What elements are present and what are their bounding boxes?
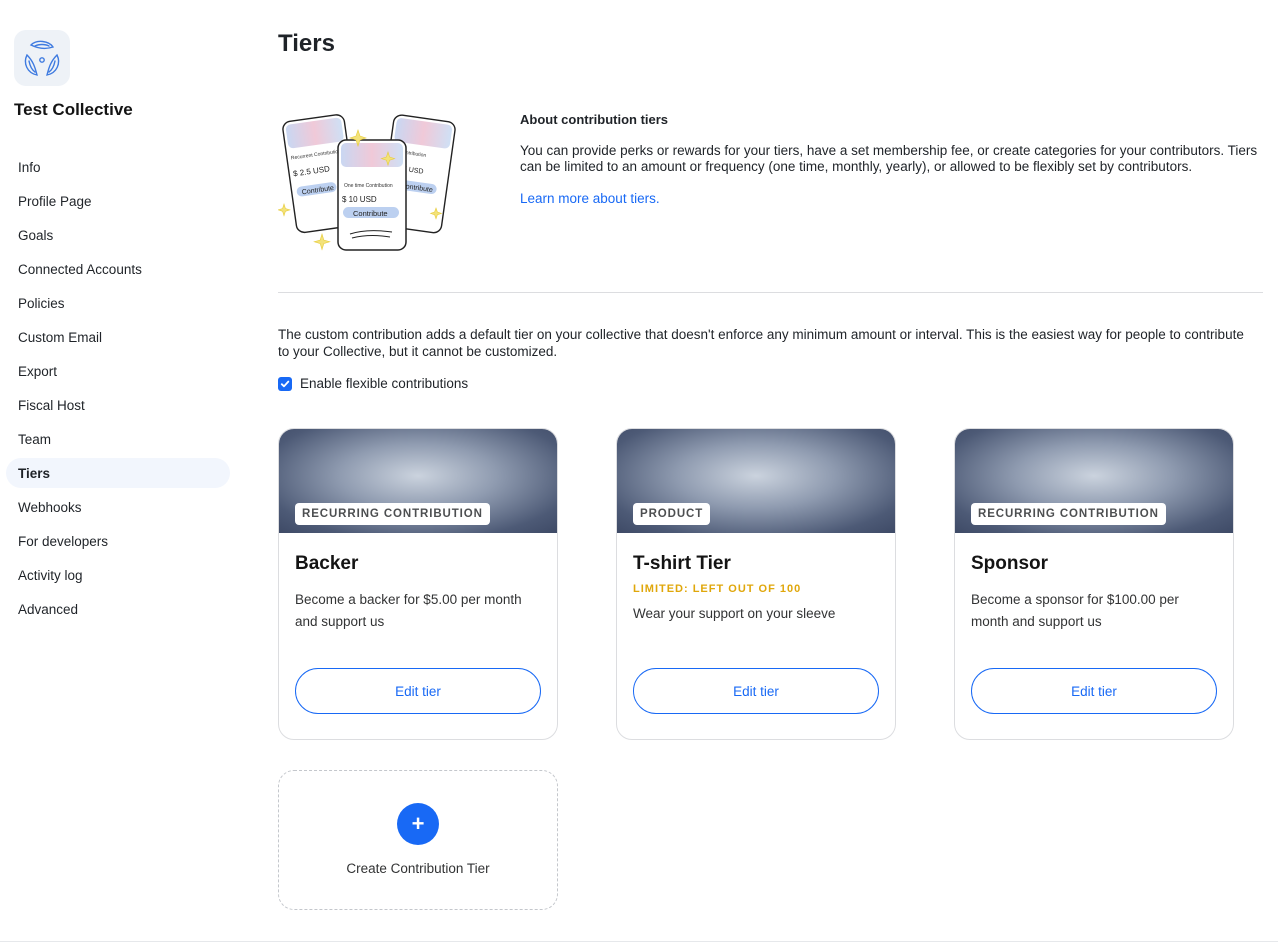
tier-card-t-shirt: PRODUCT T-shirt Tier LIMITED: LEFT OUT O… xyxy=(616,428,896,740)
about-tiers-title: About contribution tiers xyxy=(520,112,669,127)
sidebar-item-profile-page[interactable]: Profile Page xyxy=(6,186,230,216)
collective-name: Test Collective xyxy=(14,100,133,119)
flexible-contributions-checkbox[interactable] xyxy=(278,376,292,391)
sidebar-item-fiscal-host[interactable]: Fiscal Host xyxy=(6,390,230,420)
tier-cover: PRODUCT xyxy=(617,429,895,533)
sidebar-item-label: Tiers xyxy=(18,465,51,481)
tier-name: Sponsor xyxy=(971,553,1049,574)
sidebar-item-activity-log[interactable]: Activity log xyxy=(6,560,230,590)
divider xyxy=(278,292,1263,293)
sidebar-item-custom-email[interactable]: Custom Email xyxy=(6,322,230,352)
sidebar-item-connected-accounts[interactable]: Connected Accounts xyxy=(6,254,230,284)
check-icon xyxy=(280,380,290,387)
sidebar-item-advanced[interactable]: Advanced xyxy=(6,594,230,624)
sidebar-item-export[interactable]: Export xyxy=(6,356,230,386)
sidebar-item-label: For developers xyxy=(18,533,109,549)
tier-limit-badge: LIMITED: LEFT OUT OF 100 xyxy=(633,583,802,595)
sidebar-item-label: Advanced xyxy=(18,601,79,617)
custom-contribution-description: The custom contribution adds a default t… xyxy=(278,327,1244,359)
create-tier-label: Create Contribution Tier xyxy=(346,861,490,876)
sidebar-item-label: Custom Email xyxy=(18,329,103,345)
sidebar-item-tiers[interactable]: Tiers xyxy=(6,458,230,488)
sidebar: Test Collective Info Profile Page Goals … xyxy=(0,0,240,943)
sidebar-item-label: Webhooks xyxy=(18,499,82,515)
plus-icon[interactable]: + xyxy=(397,803,439,845)
tier-cover: RECURRING CONTRIBUTION xyxy=(279,429,557,533)
illustration-center-amount: $ 10 USD xyxy=(342,195,377,204)
tier-type-badge: RECURRING CONTRIBUTION xyxy=(971,503,1166,525)
about-tiers-text: You can provide perks or rewards for you… xyxy=(520,143,1258,174)
illustration-center-title: One time Contribution xyxy=(344,183,393,189)
tier-description: Become a backer for $5.00 per month and … xyxy=(295,592,522,629)
edit-tier-button[interactable]: Edit tier xyxy=(971,668,1217,714)
tier-name: T-shirt Tier xyxy=(633,553,731,574)
tier-type-badge: RECURRING CONTRIBUTION xyxy=(295,503,490,525)
tier-description: Wear your support on your sleeve xyxy=(633,606,836,621)
tier-name: Backer xyxy=(295,553,359,574)
settings-nav: Info Profile Page Goals Connected Accoun… xyxy=(6,152,230,628)
learn-more-link[interactable]: Learn more about tiers. xyxy=(520,191,660,206)
main-content: Tiers Recurrent Contribution $ 2.5 USD C… xyxy=(278,0,1263,943)
sidebar-item-policies[interactable]: Policies xyxy=(6,288,230,318)
sidebar-item-webhooks[interactable]: Webhooks xyxy=(6,492,230,522)
sidebar-item-info[interactable]: Info xyxy=(6,152,230,182)
collective-avatar[interactable] xyxy=(14,30,70,86)
page-title: Tiers xyxy=(278,30,335,57)
tier-card-backer: RECURRING CONTRIBUTION Backer Become a b… xyxy=(278,428,558,740)
tier-type-badge: PRODUCT xyxy=(633,503,711,525)
sidebar-item-label: Policies xyxy=(18,295,65,311)
sidebar-item-label: Info xyxy=(18,159,41,175)
sidebar-item-label: Activity log xyxy=(18,567,83,583)
collective-logo-icon xyxy=(24,40,60,76)
tier-cover: RECURRING CONTRIBUTION xyxy=(955,429,1233,533)
sidebar-item-label: Connected Accounts xyxy=(18,261,142,277)
sidebar-item-label: Goals xyxy=(18,227,54,243)
tier-cards-illustration: Recurrent Contribution $ 2.5 USD Contrib… xyxy=(278,114,456,251)
sidebar-item-label: Team xyxy=(18,431,52,447)
sidebar-item-label: Fiscal Host xyxy=(18,397,85,413)
illustration-center-button: Contribute xyxy=(353,209,388,218)
tier-card-sponsor: RECURRING CONTRIBUTION Sponsor Become a … xyxy=(954,428,1234,740)
edit-tier-button[interactable]: Edit tier xyxy=(295,668,541,714)
sidebar-item-label: Export xyxy=(18,363,58,379)
about-tiers: About contribution tiers You can provide… xyxy=(520,112,1265,208)
flexible-contributions-toggle[interactable]: Enable flexible contributions xyxy=(278,376,468,391)
sidebar-item-for-developers[interactable]: For developers xyxy=(6,526,230,556)
tier-description: Become a sponsor for $100.00 per month a… xyxy=(971,592,1179,629)
edit-tier-button[interactable]: Edit tier xyxy=(633,668,879,714)
footer-divider xyxy=(0,941,1278,942)
create-contribution-tier-card[interactable]: + Create Contribution Tier xyxy=(278,770,558,910)
sidebar-item-team[interactable]: Team xyxy=(6,424,230,454)
sidebar-item-goals[interactable]: Goals xyxy=(6,220,230,250)
sidebar-item-label: Profile Page xyxy=(18,193,92,209)
flexible-contributions-label: Enable flexible contributions xyxy=(300,376,469,391)
